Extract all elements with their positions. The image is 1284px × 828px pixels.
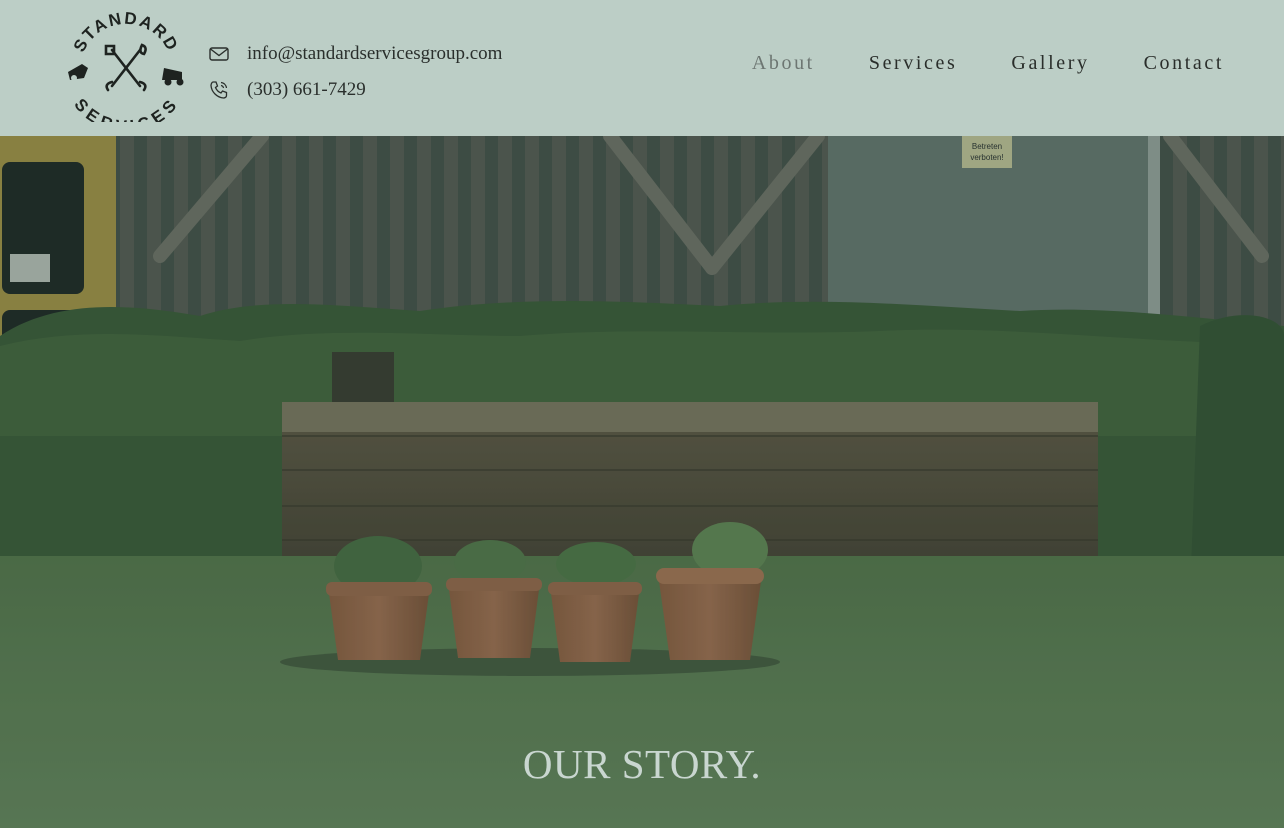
envelope-icon (208, 43, 230, 65)
nav-contact[interactable]: Contact (1144, 52, 1224, 75)
logo-text-top: STANDARD (70, 9, 181, 55)
phone-row[interactable]: (303) 661-7429 (208, 72, 502, 108)
hero-garden-image: Betreten verboten! (0, 136, 1284, 828)
hero-banner: Betreten verboten! OUR STORY. (0, 136, 1284, 828)
contact-info: info@standardservicesgroup.com (303) 661… (208, 36, 502, 108)
email-link[interactable]: info@standardservicesgroup.com (247, 43, 502, 65)
email-row[interactable]: info@standardservicesgroup.com (208, 36, 502, 72)
nav-about[interactable]: About (752, 52, 815, 75)
phone-icon (208, 79, 230, 101)
logo-text-bottom: SERVICES (70, 95, 179, 136)
svg-text:SERVICES: SERVICES (70, 95, 181, 122)
svg-text:STANDARD: STANDARD (70, 12, 183, 55)
main-nav: About Services Gallery Contact (698, 52, 1224, 75)
nav-services[interactable]: Services (869, 52, 958, 75)
hero-title: OUR STORY. (522, 741, 762, 787)
standard-services-logo[interactable]: STANDARD SERVICES (62, 9, 190, 136)
phone-link[interactable]: (303) 661-7429 (247, 79, 366, 101)
nav-gallery[interactable]: Gallery (1011, 52, 1089, 75)
site-header: STANDARD SERVICES (0, 0, 1284, 136)
